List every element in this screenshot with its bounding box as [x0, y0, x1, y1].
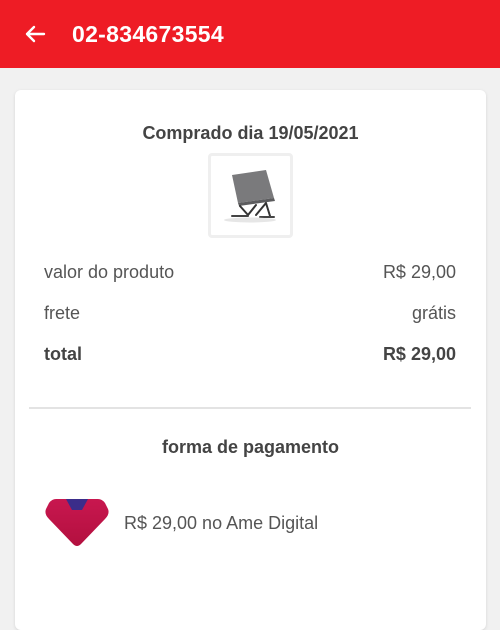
- order-details-card: Comprado dia 19/05/2021 valor do produto…: [15, 90, 486, 630]
- shipping-value: grátis: [411, 303, 456, 323]
- product-value-label: valor do produto: [44, 262, 175, 282]
- order-number-title: 02-834673554: [72, 20, 224, 47]
- total-row: total R$ 29,00: [44, 344, 456, 365]
- payment-method-text: R$ 29,00 no Ame Digital: [124, 512, 319, 533]
- payment-method-heading: forma de pagamento: [161, 437, 340, 457]
- app-header: 02-834673554: [0, 0, 500, 68]
- shipping-label: frete: [44, 303, 81, 323]
- product-value-amount: R$ 29,00: [382, 262, 456, 282]
- total-value: R$ 29,00: [382, 344, 456, 364]
- ame-digital-logo: [45, 499, 109, 546]
- product-value-row: valor do produto R$ 29,00: [44, 262, 456, 283]
- payment-method-row: R$ 29,00 no Ame Digital: [44, 495, 318, 551]
- total-label: total: [44, 344, 82, 364]
- shipping-row: frete grátis: [44, 303, 456, 324]
- back-button[interactable]: [12, 11, 58, 57]
- arrow-left-icon: [25, 25, 46, 43]
- laptop-stand-image: [223, 169, 276, 222]
- section-divider: [29, 407, 471, 409]
- product-thumbnail[interactable]: [208, 153, 293, 238]
- purchase-date: Comprado dia 19/05/2021: [142, 123, 359, 143]
